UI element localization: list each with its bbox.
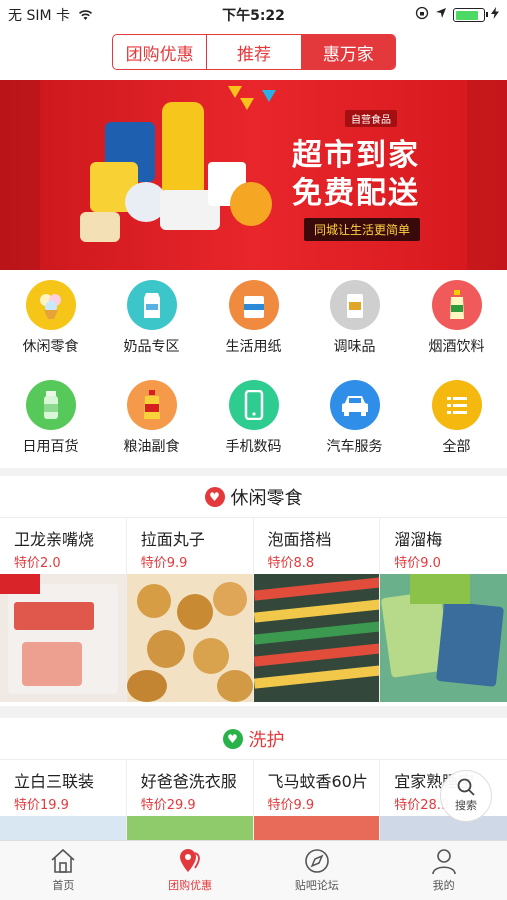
tab-group-deals[interactable]: 团购优惠 — [127, 841, 254, 900]
section-title: ♥ 休闲零食 — [0, 476, 507, 518]
grocery-products-image — [80, 102, 280, 252]
segment-control: 团购优惠 推荐 惠万家 — [112, 34, 396, 70]
charging-icon — [491, 7, 499, 23]
section-cleaning: ♥ 洗护 立白三联装 特价19.9 好爸爸洗衣服 特价29.9 飞马蚊香60片 … — [0, 718, 507, 840]
product-card[interactable]: 卫龙亲嘴烧 特价2.0 — [0, 518, 127, 702]
product-card[interactable]: 飞马蚊香60片 特价9.9 — [253, 760, 381, 840]
user-icon — [431, 849, 456, 875]
home-icon — [51, 848, 75, 873]
tissue-icon — [228, 280, 279, 330]
phone-icon — [228, 380, 279, 430]
section-snacks: ♥ 休闲零食 卫龙亲嘴烧 特价2.0 拉面丸子 特价9.9 泡面搭档 特价8.8… — [0, 476, 507, 706]
heart-icon: ♥ — [222, 728, 243, 749]
tab-group-buy[interactable]: 团购优惠 — [113, 35, 208, 69]
bottom-tab-bar: 首页 团购优惠 贴吧论坛 我的 — [0, 840, 507, 900]
product-card[interactable]: 泡面搭档 特价8.8 — [253, 518, 381, 702]
tab-home[interactable]: 首页 — [0, 841, 127, 900]
location-arrow-icon — [435, 7, 447, 23]
location-icon — [180, 849, 201, 872]
drink-icon — [431, 280, 482, 330]
category-daily-goods[interactable]: 日用百货 — [0, 370, 101, 466]
banner-slogan: 同城让生活更简单 — [304, 218, 421, 241]
battery-icon — [453, 8, 488, 22]
product-card[interactable]: 好爸爸洗衣服 特价29.9 — [126, 760, 254, 840]
header: 团购优惠 推荐 惠万家 — [0, 28, 507, 80]
category-all[interactable]: 全部 — [406, 370, 507, 466]
status-bar: 无 SIM 卡 下午5:22 — [0, 0, 507, 28]
tab-huiwanjia[interactable]: 惠万家 — [301, 35, 395, 69]
product-row: 立白三联装 特价19.9 好爸爸洗衣服 特价29.9 飞马蚊香60片 特价9.9… — [0, 760, 507, 840]
compass-icon — [305, 849, 329, 873]
category-digital[interactable]: 手机数码 — [203, 370, 304, 466]
promo-banner[interactable]: 自营食品 超市到家 免费配送 同城让生活更简单 — [0, 80, 507, 270]
product-image — [126, 574, 253, 702]
category-tissue[interactable]: 生活用纸 — [203, 270, 304, 366]
category-grid: 休闲零食 奶品专区 生活用纸 调味品 烟酒饮料 日用百货 粮油副食 手机数码 汽… — [0, 270, 507, 468]
list-icon — [431, 380, 482, 430]
banner-brand: 自营食品 — [345, 110, 397, 127]
product-card[interactable]: 拉面丸子 特价9.9 — [126, 518, 254, 702]
banner-title-2: 免费配送 — [292, 176, 420, 211]
product-row: 卫龙亲嘴烧 特价2.0 拉面丸子 特价9.9 泡面搭档 特价8.8 溜溜梅 特价… — [0, 518, 507, 702]
tab-forum[interactable]: 贴吧论坛 — [254, 841, 381, 900]
section-title: ♥ 洗护 — [0, 718, 507, 760]
daily-goods-icon — [25, 380, 76, 430]
product-image — [253, 574, 380, 702]
milk-icon — [126, 280, 177, 330]
status-right — [415, 6, 499, 24]
product-image — [0, 816, 126, 840]
category-drinks[interactable]: 烟酒饮料 — [406, 270, 507, 366]
search-fab[interactable]: 搜索 — [440, 770, 492, 822]
product-image — [253, 816, 380, 840]
category-grain-oil[interactable]: 粮油副食 — [101, 370, 202, 466]
product-card[interactable]: 溜溜梅 特价9.0 — [380, 518, 507, 702]
car-icon — [329, 380, 380, 430]
product-image — [126, 816, 253, 840]
snack-icon — [25, 280, 76, 330]
category-snacks[interactable]: 休闲零食 — [0, 270, 101, 366]
category-seasoning[interactable]: 调味品 — [304, 270, 405, 366]
heart-icon: ♥ — [204, 486, 225, 507]
product-image — [380, 574, 507, 702]
category-car-service[interactable]: 汽车服务 — [304, 370, 405, 466]
product-image — [0, 574, 126, 702]
search-icon — [457, 778, 475, 796]
product-image — [380, 816, 507, 840]
category-dairy[interactable]: 奶品专区 — [101, 270, 202, 366]
tab-me[interactable]: 我的 — [380, 841, 507, 900]
product-card[interactable]: 立白三联装 特价19.9 — [0, 760, 127, 840]
seasoning-icon — [329, 280, 380, 330]
oil-icon — [126, 380, 177, 430]
rotation-lock-icon — [415, 6, 429, 24]
tab-recommend[interactable]: 推荐 — [207, 35, 302, 69]
